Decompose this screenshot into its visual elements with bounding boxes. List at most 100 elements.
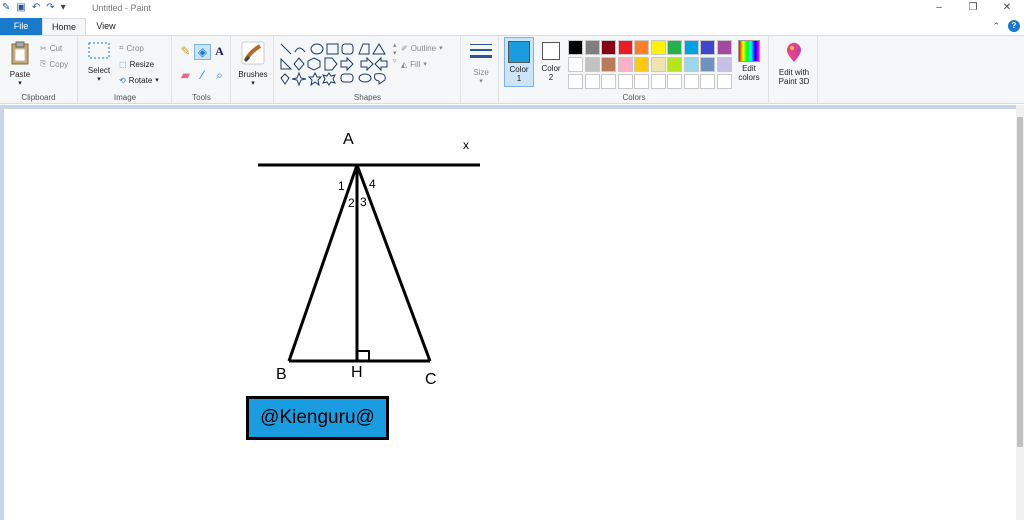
select-button[interactable]: Select ▾ <box>85 40 113 83</box>
outline-button[interactable]: ✐ Outline ▾ <box>401 41 443 55</box>
fill-bucket-icon[interactable]: ◈ <box>194 44 211 60</box>
quick-access-toolbar: ✎ ▣ ↶ ↷ ▾ <box>2 2 66 14</box>
undo-icon[interactable]: ↶ <box>32 2 40 14</box>
size-button[interactable]: Size ▾ <box>465 40 497 85</box>
line-size-icon <box>470 44 492 58</box>
color2-button[interactable]: Color 2 <box>538 40 564 82</box>
resize-label: Resize <box>129 59 155 69</box>
palette-swatch[interactable] <box>634 40 649 55</box>
canvas-area: A x 1 2 3 4 B H C <box>0 105 1024 520</box>
restore-button[interactable]: ❐ <box>956 0 990 16</box>
tab-view[interactable]: View <box>88 18 124 35</box>
ribbon-tabs: File Home View ⌃ ? <box>0 18 1024 35</box>
color1-number: 1 <box>516 74 522 83</box>
palette-swatch[interactable] <box>617 40 633 55</box>
palette-swatch[interactable] <box>584 57 600 72</box>
edit-colors-button[interactable]: Edit colors <box>734 40 764 82</box>
palette-swatch[interactable] <box>700 74 715 89</box>
customize-qat-icon[interactable]: ▾ <box>61 2 66 14</box>
palette-swatch[interactable] <box>568 74 583 89</box>
palette-swatch[interactable] <box>667 74 682 89</box>
colors-group-label: Colors <box>622 93 646 102</box>
palette-swatch[interactable] <box>584 74 600 89</box>
segment-ac <box>355 164 432 362</box>
shapes-group-label: Shapes <box>353 93 382 102</box>
edit-colors-icon <box>738 40 760 62</box>
fill-button[interactable]: ◭ Fill ▾ <box>401 57 427 71</box>
palette-swatch[interactable] <box>617 74 633 89</box>
colors-group: Color 1 Color 2 Edit colors Colors <box>500 36 769 104</box>
scrollbar-thumb[interactable] <box>1017 117 1023 447</box>
outline-label: Outline <box>410 43 437 53</box>
palette-swatch[interactable] <box>683 74 699 89</box>
redo-icon[interactable]: ↷ <box>46 2 54 14</box>
palette-swatch[interactable] <box>634 74 649 89</box>
palette-swatch[interactable] <box>650 57 666 72</box>
minimize-button[interactable]: – <box>922 0 956 16</box>
rotate-button[interactable]: ⟲ Rotate ▾ <box>119 73 159 87</box>
paste-button[interactable]: Paste ▾ <box>6 40 34 87</box>
palette-swatch[interactable] <box>601 40 616 55</box>
tab-home[interactable]: Home <box>42 18 86 35</box>
ribbon: Paste ▾ ✂ Cut ⎘ Copy Clipboard Select ▾ ⌗ C… <box>0 35 1024 104</box>
magnifier-icon[interactable]: ⌕ <box>211 68 228 83</box>
palette-swatch[interactable] <box>683 40 699 55</box>
palette-swatch[interactable] <box>584 40 600 55</box>
save-icon[interactable]: ▣ <box>16 2 25 14</box>
tools-group: ✎ ◈ A ▰ ⁄ ⌕ Tools <box>173 36 231 104</box>
outline-brush-icon: ✐ <box>401 43 408 53</box>
palette-swatch[interactable] <box>634 57 649 72</box>
paste-label: Paste <box>9 70 31 79</box>
watermark-box: @Kienguru@ <box>246 396 389 440</box>
palette-swatch[interactable] <box>716 74 732 89</box>
crop-button[interactable]: ⌗ Crop <box>119 41 144 55</box>
collapse-ribbon-icon[interactable]: ⌃ <box>992 21 1000 32</box>
palette-swatch[interactable] <box>667 57 682 72</box>
paint3d-icon <box>786 42 802 62</box>
palette-swatch[interactable] <box>716 40 732 55</box>
color1-label: Color <box>509 65 529 74</box>
palette-swatch[interactable] <box>601 74 616 89</box>
pencil-icon[interactable]: ✎ <box>177 44 194 60</box>
palette-swatch[interactable] <box>650 74 666 89</box>
image-group-label: Image <box>113 93 137 102</box>
color2-swatch <box>542 42 560 60</box>
palette-swatch[interactable] <box>568 57 583 72</box>
palette-swatch[interactable] <box>667 40 682 55</box>
select-rect-icon <box>88 42 110 59</box>
palette-swatch[interactable] <box>700 40 715 55</box>
brushes-label: Brushes <box>238 70 268 79</box>
brushes-button[interactable]: Brushes ▾ <box>236 40 270 87</box>
shapes-group: ▴ ▾ ▿ ✐ Outline ▾ ◭ Fill ▾ Shapes <box>275 36 461 104</box>
scissors-icon: ✂ <box>40 43 47 53</box>
palette-swatch[interactable] <box>568 40 583 55</box>
label-c: C <box>425 371 437 388</box>
text-tool-icon[interactable]: A <box>211 44 228 60</box>
copy-button[interactable]: ⎘ Copy <box>40 57 68 71</box>
paint-app-icon: ✎ <box>2 2 11 13</box>
color-picker-icon[interactable]: ⁄ <box>194 68 211 83</box>
shapes-gallery[interactable] <box>279 42 395 86</box>
fill-icon: ◭ <box>401 59 408 69</box>
palette-swatch[interactable] <box>601 57 616 72</box>
palette-swatch[interactable] <box>683 57 699 72</box>
close-button[interactable]: ✕ <box>990 0 1024 16</box>
vertical-scrollbar[interactable] <box>1016 105 1024 520</box>
edit-with-paint3d-button[interactable]: Edit with Paint 3D <box>772 40 816 86</box>
cut-button[interactable]: ✂ Cut <box>40 41 62 55</box>
resize-button[interactable]: ⬚ Resize <box>119 57 154 71</box>
paint3d-group: Edit with Paint 3D <box>770 36 818 104</box>
label-a: A <box>343 131 354 148</box>
tab-file[interactable]: File <box>0 18 42 35</box>
drawing-canvas[interactable]: A x 1 2 3 4 B H C <box>4 109 1016 520</box>
help-icon[interactable]: ? <box>1008 20 1020 32</box>
palette-swatch[interactable] <box>716 57 732 72</box>
palette-swatch[interactable] <box>700 57 715 72</box>
size-label: Size <box>473 68 489 77</box>
window-title: Untitled - Paint <box>92 3 152 13</box>
palette-swatch[interactable] <box>650 40 666 55</box>
crop-icon: ⌗ <box>119 43 124 52</box>
color1-button[interactable]: Color 1 <box>504 37 534 87</box>
palette-swatch[interactable] <box>617 57 633 72</box>
eraser-icon[interactable]: ▰ <box>177 68 194 83</box>
